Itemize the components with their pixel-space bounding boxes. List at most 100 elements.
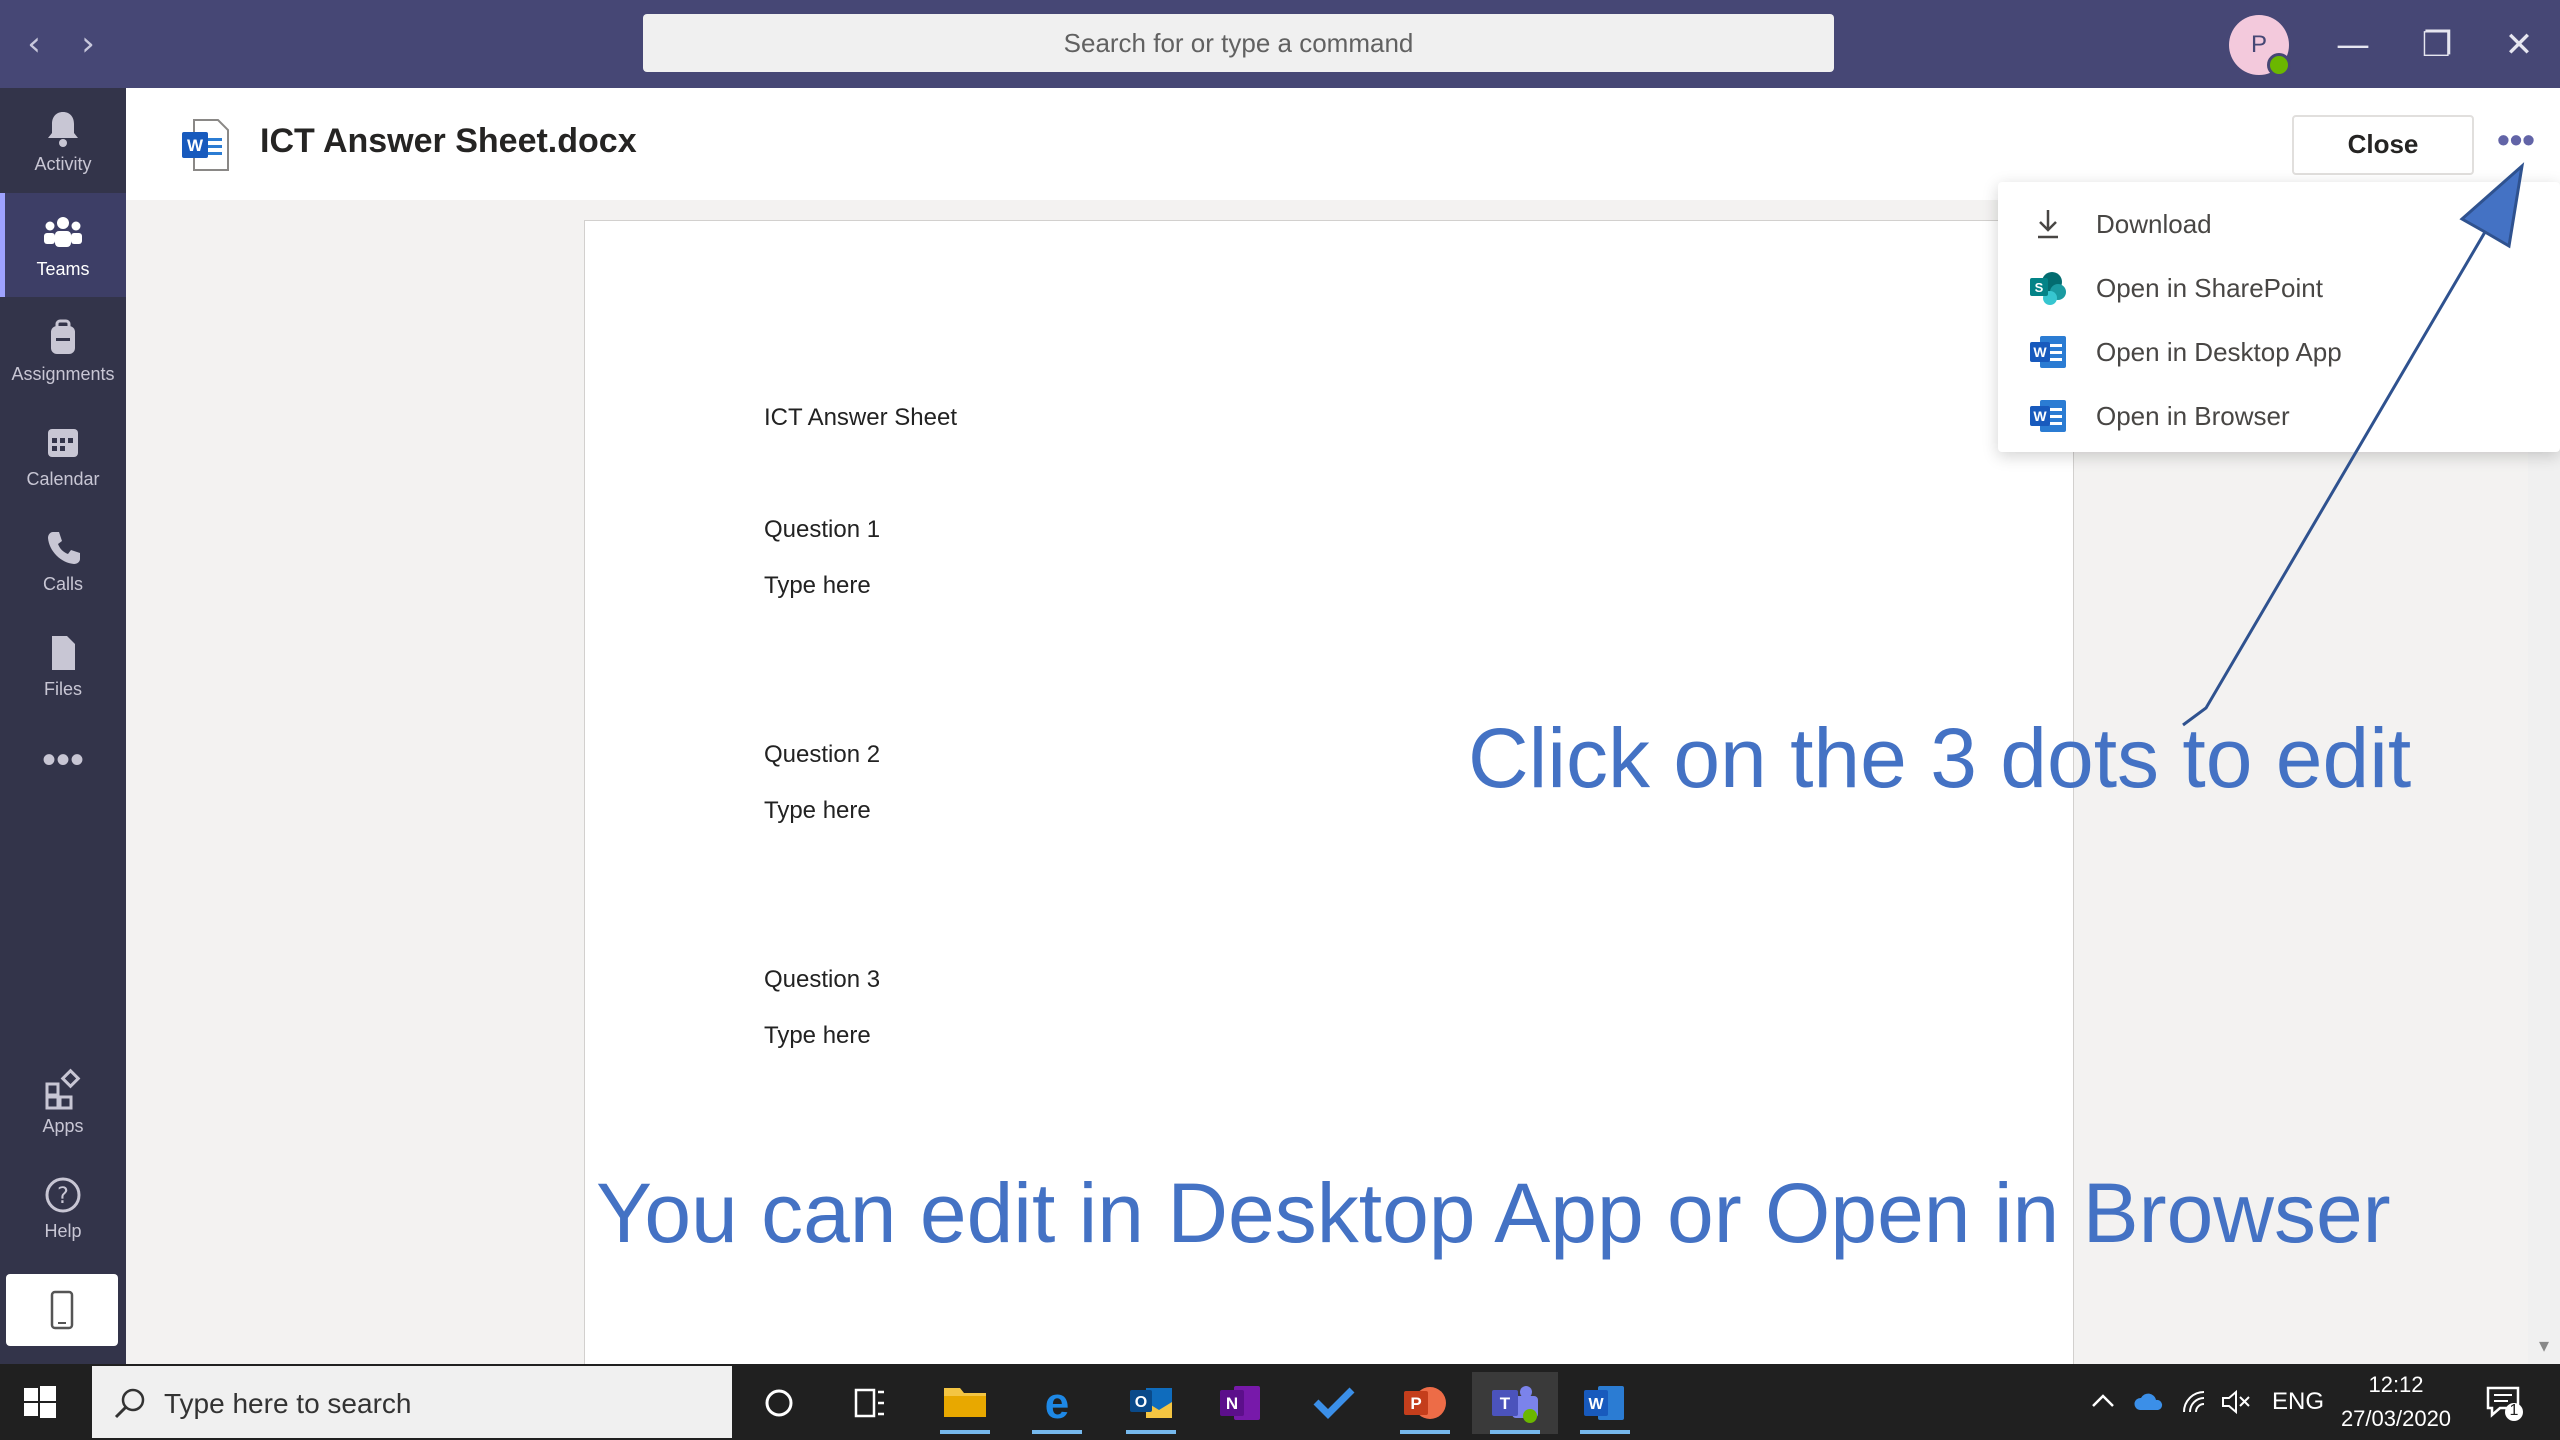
menu-item-label: Open in SharePoint	[2096, 273, 2323, 303]
wifi-icon[interactable]	[2180, 1388, 2210, 1416]
running-indicator	[1032, 1430, 1082, 1434]
word-icon: W	[2030, 400, 2066, 432]
file-explorer-icon[interactable]	[930, 1372, 1000, 1434]
help-icon: ?	[45, 1177, 81, 1213]
running-indicator	[940, 1430, 990, 1434]
folder-icon	[944, 1388, 986, 1417]
rail-item-teams[interactable]: Teams	[0, 193, 126, 297]
document-heading: ICT Answer Sheet	[764, 404, 957, 431]
avatar-initial: P	[2250, 31, 2267, 58]
taskbar-clock[interactable]: 12:12 27/03/2020	[2326, 1368, 2466, 1436]
mobile-device-button[interactable]	[6, 1274, 118, 1346]
download-icon	[2038, 210, 2058, 239]
svg-text:T: T	[1500, 1394, 1511, 1413]
rail-item-label: Files	[43, 679, 82, 699]
avatar[interactable]: P	[2229, 15, 2291, 77]
more-apps-icon[interactable]: •••	[0, 738, 126, 783]
word-icon: W	[2030, 336, 2066, 368]
speaker-muted-icon[interactable]	[2220, 1388, 2252, 1416]
bell-icon	[48, 112, 78, 147]
apps-icon	[45, 1068, 81, 1110]
action-center-icon[interactable]: 1	[2482, 1380, 2526, 1424]
command-search-input[interactable]: Search for or type a command	[643, 14, 1834, 72]
rail-item-calls[interactable]: Calls	[0, 508, 126, 612]
sharepoint-icon: S	[2030, 272, 2066, 305]
rail-item-label: Activity	[34, 154, 92, 174]
svg-text:?: ?	[57, 1184, 69, 1209]
svg-text:W: W	[2033, 408, 2047, 424]
onenote-icon[interactable]: N	[1206, 1372, 1276, 1434]
answer-3-field[interactable]: Type here	[764, 1022, 871, 1050]
back-arrow-icon[interactable]: ‹	[14, 24, 54, 64]
cortana-icon[interactable]	[744, 1372, 814, 1434]
answer-1-field[interactable]: Type here	[764, 572, 871, 600]
running-indicator	[1126, 1430, 1176, 1434]
clock-time: 12:12	[2368, 1372, 2424, 1397]
phone-icon	[48, 532, 80, 564]
scroll-down-icon[interactable]: ▾	[2528, 1330, 2560, 1362]
rail-item-activity[interactable]: Activity	[0, 88, 126, 192]
teams-icon	[44, 217, 82, 247]
running-indicator	[1400, 1430, 1450, 1434]
rail-item-label: Teams	[36, 259, 90, 279]
menu-item-open-desktop-app[interactable]: W Open in Desktop App	[1998, 320, 2560, 384]
outlook-icon: O	[1130, 1388, 1172, 1418]
backpack-icon	[51, 319, 75, 354]
running-indicator	[1490, 1430, 1540, 1434]
more-options-icon[interactable]: •••	[2490, 118, 2542, 170]
menu-item-download[interactable]: Download	[1998, 192, 2560, 256]
svg-text:S: S	[2035, 280, 2044, 295]
edge-browser-icon[interactable]: e	[1022, 1372, 1092, 1434]
todo-icon[interactable]	[1298, 1372, 1368, 1434]
taskbar-search-input[interactable]: Type here to search	[92, 1366, 732, 1438]
rail-item-apps[interactable]: Apps	[0, 1050, 126, 1154]
powerpoint-app-icon[interactable]: P	[1390, 1372, 1460, 1434]
word-app-icon[interactable]: W	[1570, 1372, 1640, 1434]
rail-item-calendar[interactable]: Calendar	[0, 403, 126, 507]
menu-item-open-browser[interactable]: W Open in Browser	[1998, 384, 2560, 448]
rail-item-files[interactable]: Files	[0, 613, 126, 717]
rail-item-label: Help	[44, 1221, 82, 1241]
svg-text:W: W	[1588, 1396, 1604, 1413]
svg-text:O: O	[1135, 1394, 1147, 1411]
edge-icon: e	[1045, 1379, 1069, 1428]
presence-available-icon	[2267, 53, 2291, 77]
more-options-menu: Download S Open in SharePoint W Open in …	[1998, 182, 2560, 452]
answer-2-field[interactable]: Type here	[764, 797, 871, 825]
svg-text:e: e	[1045, 1379, 1069, 1428]
file-title: ICT Answer Sheet.docx	[260, 122, 637, 160]
rail-item-label: Apps	[42, 1116, 84, 1136]
show-hidden-icons-icon[interactable]	[2088, 1388, 2118, 1414]
file-icon	[52, 636, 75, 670]
maximize-icon[interactable]: ❐	[2412, 20, 2462, 70]
input-language[interactable]: ENG	[2272, 1388, 2324, 1416]
teams-app-icon[interactable]: T	[1472, 1372, 1558, 1434]
svg-text:W: W	[187, 136, 204, 155]
menu-item-open-sharepoint[interactable]: S Open in SharePoint	[1998, 256, 2560, 320]
taskbar-search-placeholder: Type here to search	[164, 1388, 412, 1419]
close-window-icon[interactable]: ✕	[2494, 20, 2544, 70]
rail-item-help[interactable]: ? Help	[0, 1155, 126, 1259]
running-indicator	[1580, 1430, 1630, 1434]
windows-start-icon[interactable]	[20, 1382, 60, 1422]
minimize-icon[interactable]: —	[2328, 20, 2378, 70]
forward-arrow-icon[interactable]: ›	[68, 24, 108, 64]
annotation-dots-hint: Click on the 3 dots to edit	[1468, 711, 2412, 805]
rail-item-assignments[interactable]: Assignments	[0, 298, 126, 402]
onedrive-icon[interactable]	[2132, 1390, 2166, 1414]
clock-date: 27/03/2020	[2340, 1406, 2452, 1431]
svg-text:P: P	[1410, 1394, 1421, 1413]
teams-taskbar-icon: T	[1492, 1386, 1538, 1423]
menu-item-label: Open in Browser	[2096, 401, 2290, 431]
annotation-edit-hint: You can edit in Desktop App or Open in B…	[596, 1166, 2391, 1260]
svg-text:W: W	[2033, 344, 2047, 360]
outlook-app-icon[interactable]: O	[1116, 1372, 1186, 1434]
search-icon	[114, 1388, 145, 1419]
rail-item-label: Calendar	[26, 469, 100, 489]
powerpoint-icon: P	[1404, 1387, 1446, 1419]
close-button[interactable]: Close	[2292, 115, 2474, 175]
notification-count: 1	[2509, 1402, 2519, 1419]
question-3-label: Question 3	[764, 966, 881, 993]
menu-item-label: Open in Desktop App	[2096, 337, 2342, 367]
task-view-icon[interactable]	[834, 1372, 904, 1434]
